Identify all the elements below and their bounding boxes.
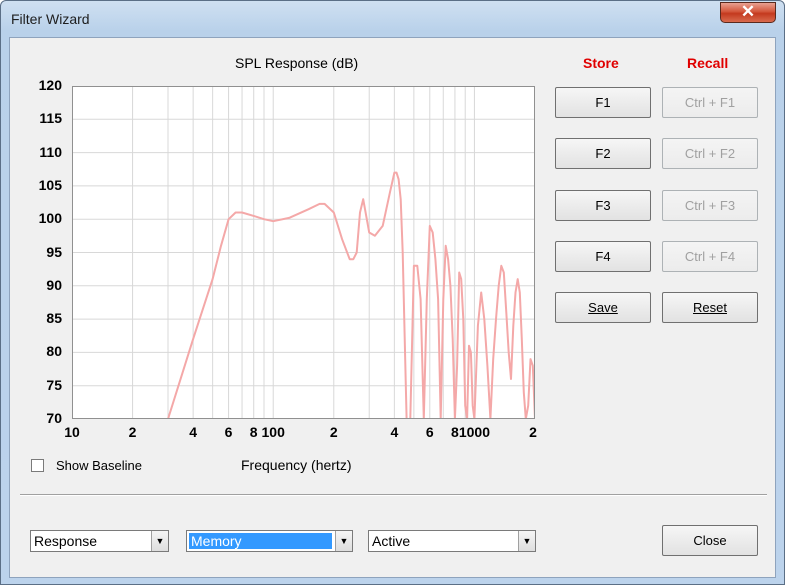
- x-tick-label: 2: [329, 424, 338, 440]
- x-tick-label: 4: [390, 424, 399, 440]
- chart-title: SPL Response (dB): [235, 55, 359, 71]
- x-tick-label: 2: [529, 424, 537, 440]
- window-title: Filter Wizard: [11, 11, 90, 27]
- recall-f1-button[interactable]: Ctrl + F1: [662, 87, 758, 118]
- source-dropdown-value: Memory: [189, 533, 332, 549]
- reset-button-label: Reset: [693, 300, 727, 315]
- save-button-label: Save: [588, 300, 618, 315]
- x-tick-label: 1000: [458, 424, 490, 440]
- y-tick-label: 95: [46, 243, 62, 260]
- show-baseline-checkbox[interactable]: [31, 459, 44, 472]
- recall-f2-button[interactable]: Ctrl + F2: [662, 138, 758, 169]
- y-tick-label: 80: [46, 343, 62, 360]
- separator: [20, 494, 767, 496]
- recall-f3-button[interactable]: Ctrl + F3: [662, 190, 758, 221]
- x-tick-label: 10: [64, 424, 80, 440]
- state-dropdown-value: Active: [372, 533, 411, 549]
- source-dropdown[interactable]: Memory ▼: [186, 530, 353, 552]
- show-baseline-label: Show Baseline: [56, 458, 142, 473]
- y-tick-label: 75: [46, 376, 62, 393]
- y-tick-label: 120: [38, 77, 62, 93]
- y-tick-label: 110: [39, 143, 62, 160]
- close-button[interactable]: Close: [662, 525, 758, 556]
- x-tick-label: 100: [261, 424, 285, 440]
- view-dropdown[interactable]: Response ▼: [30, 530, 169, 552]
- x-tick-label: 2: [128, 424, 137, 440]
- save-button[interactable]: Save: [555, 292, 651, 323]
- store-f2-button[interactable]: F2: [555, 138, 651, 169]
- dialog-client-area: SPL Response (dB) Frequency (hertz) Show…: [9, 37, 776, 578]
- x-tick-label: 4: [189, 424, 198, 440]
- title-bar: Filter Wizard ✕: [1, 1, 784, 37]
- recall-f4-button[interactable]: Ctrl + F4: [662, 241, 758, 272]
- reset-button[interactable]: Reset: [662, 292, 758, 323]
- view-dropdown-value: Response: [34, 533, 98, 549]
- store-f4-button[interactable]: F4: [555, 241, 651, 272]
- chevron-down-icon[interactable]: ▼: [335, 531, 352, 551]
- y-tick-label: 90: [46, 276, 62, 293]
- y-tick-label: 115: [39, 110, 62, 127]
- spl-response-chart: [72, 86, 535, 419]
- y-tick-label: 100: [38, 210, 62, 227]
- recall-header: Recall: [687, 55, 729, 71]
- filter-wizard-window: Filter Wizard ✕ SPL Response (dB) Freque…: [0, 0, 785, 585]
- y-tick-label: 105: [38, 176, 62, 193]
- store-f3-button[interactable]: F3: [555, 190, 651, 221]
- window-close-icon[interactable]: ✕: [720, 2, 776, 23]
- y-tick-label: 85: [46, 310, 62, 327]
- store-f1-button[interactable]: F1: [555, 87, 651, 118]
- chevron-down-icon[interactable]: ▼: [518, 531, 535, 551]
- x-axis-label: Frequency (hertz): [241, 457, 352, 473]
- store-header: Store: [583, 55, 619, 71]
- chevron-down-icon[interactable]: ▼: [151, 531, 168, 551]
- state-dropdown[interactable]: Active ▼: [368, 530, 536, 552]
